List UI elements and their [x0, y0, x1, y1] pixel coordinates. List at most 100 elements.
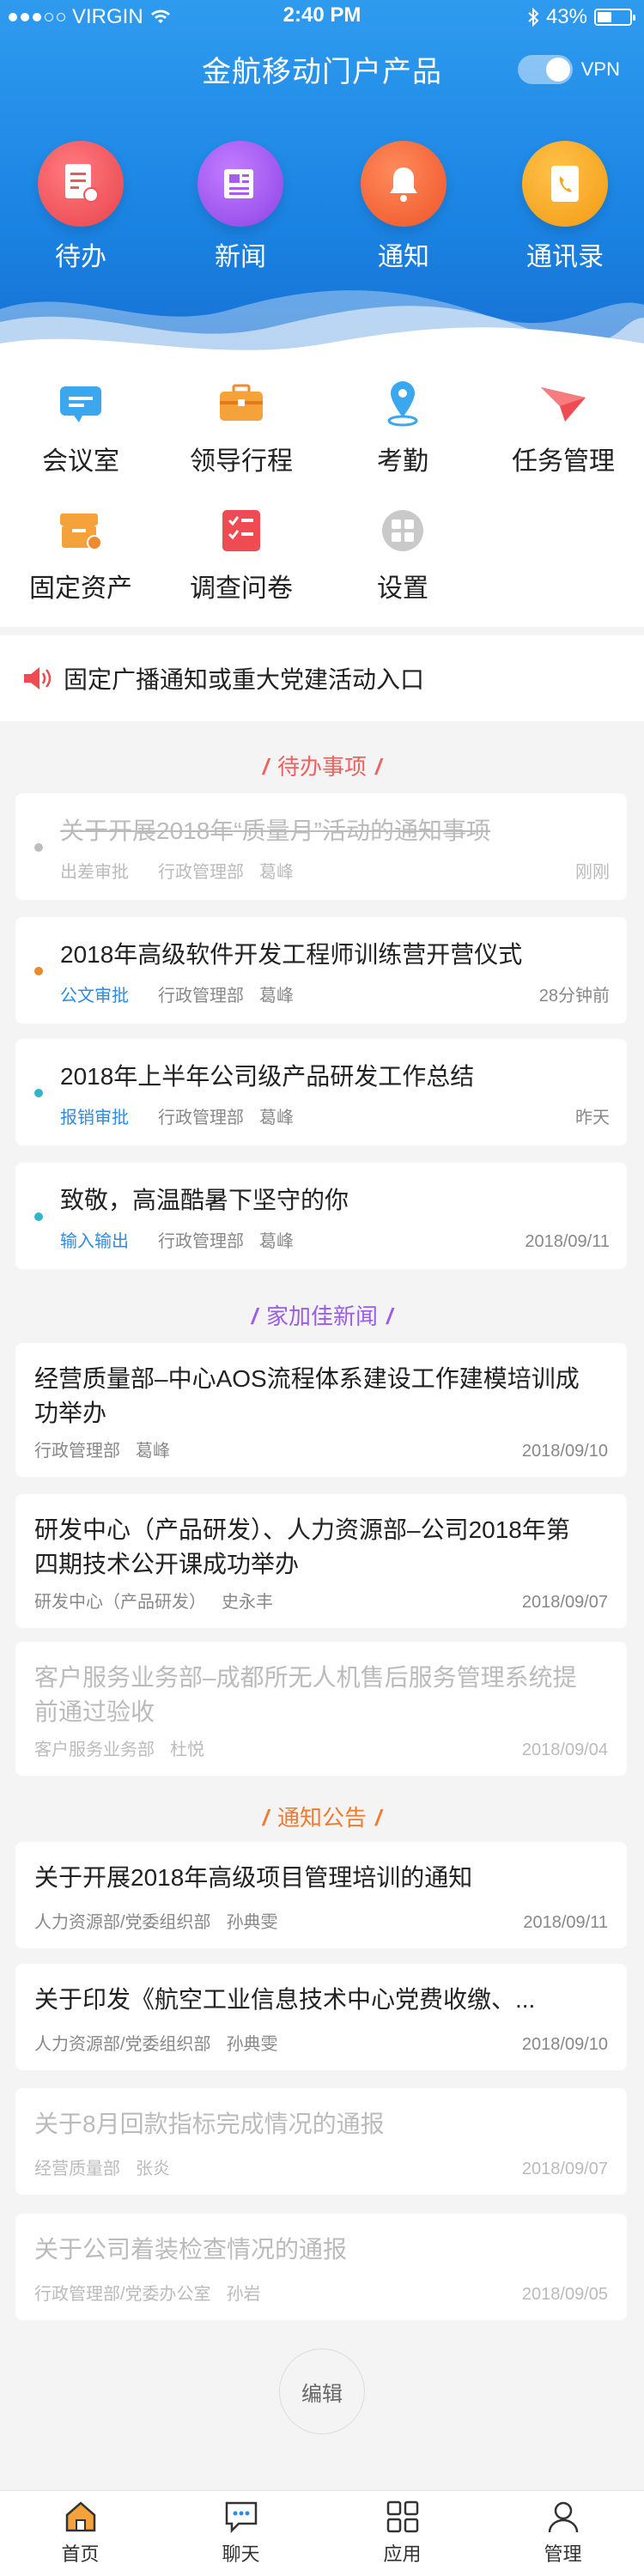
notice-meta: 行政管理部/党委办公室 孙岩 [34, 2285, 261, 2304]
notice-meta: 经营质量部 张炎 [34, 2160, 170, 2178]
tab-home[interactable]: 首页 [0, 2498, 161, 2567]
grid-item-label: 考勤 [377, 447, 428, 476]
vpn-toggle[interactable] [517, 55, 573, 84]
tab-manage[interactable]: 管理 [483, 2498, 643, 2567]
grid-item-leader-schedule[interactable]: 领导行程 [161, 378, 322, 477]
news-meta: 研发中心（产品研发） 史永丰 [34, 1593, 273, 1612]
news-time: 2018/09/10 [521, 1442, 608, 1461]
todo-person: 葛峰 [259, 863, 294, 882]
grid-item-task-management[interactable]: 任务管理 [483, 378, 644, 477]
grid-item-meeting-room[interactable]: 会议室 [0, 378, 161, 477]
top-nav-news[interactable]: 新闻 [180, 141, 301, 273]
grid-item-label: 会议室 [42, 447, 119, 476]
tab-chat[interactable]: 聊天 [161, 2498, 321, 2567]
notice-item[interactable]: 关于公司着装检查情况的通报 行政管理部/党委办公室 孙岩 2018/09/05 [15, 2214, 627, 2320]
todo-meta: 出差审批 行政管理部 葛峰 [60, 858, 294, 883]
section-title-news: / 家加佳新闻 / [251, 1303, 393, 1329]
todo-meta: 报销审批 行政管理部 葛峰 [60, 1103, 294, 1128]
todo-tag: 报销审批 [60, 1109, 129, 1127]
battery-icon [594, 9, 635, 26]
todo-item[interactable]: 致敬，高温酷暑下坚守的你 输入输出 行政管理部 葛峰 2018/09/11 [15, 1163, 627, 1269]
notice-meta: 人力资源部/党委组织部 孙典雯 [34, 1913, 278, 1932]
broadcast-banner[interactable]: 固定广播通知或重大党建活动入口 [0, 635, 644, 721]
battery-percent: 43% [545, 5, 587, 28]
notice-item[interactable]: 关于印发《航空工业信息技术中心党费收缴、... 人力资源部/党委组织部 孙典雯 2… [15, 1964, 627, 2070]
home-icon [62, 2498, 100, 2536]
grid-item-survey[interactable]: 调查问卷 [161, 505, 322, 605]
section-title-notice: / 通知公告 / [262, 1805, 382, 1831]
todo-tag: 公文审批 [60, 987, 129, 1005]
todo-doc-icon [38, 141, 124, 227]
grid-item-fixed-assets[interactable]: 固定资产 [0, 505, 161, 605]
top-nav-todo[interactable]: 待办 [21, 141, 141, 273]
notice-item[interactable]: 关于8月回款指标完成情况的通报 经营质量部 张炎 2018/09/07 [15, 2088, 627, 2195]
quick-app-grid: 会议室 领导行程 考勤 任务管理 固定资产 调查问卷 设置 [0, 361, 644, 627]
todo-time: 28分钟前 [538, 987, 610, 1005]
tab-label: 聊天 [222, 2543, 260, 2565]
broadcast-text: 固定广播通知或重大党建活动入口 [64, 666, 425, 693]
top-nav-contacts-label: 通讯录 [526, 243, 604, 271]
notice-time: 2018/09/11 [523, 1913, 608, 1932]
grid-item-settings[interactable]: 设置 [322, 505, 483, 605]
location-pin-icon [377, 378, 428, 429]
todo-tag: 输入输出 [60, 1232, 129, 1251]
notice-item[interactable]: 关于开展2018年高级项目管理培训的通知 人力资源部/党委组织部 孙典雯 2018… [15, 1842, 627, 1948]
notice-title: 关于8月回款指标完成情况的通报 [34, 2111, 385, 2137]
todo-time: 昨天 [575, 1109, 610, 1127]
news-title: 客户服务业务部–成都所无人机售后服务管理系统提前通过验收 [34, 1664, 577, 1725]
speaker-icon [24, 667, 52, 690]
todo-tag: 出差审批 [60, 863, 129, 882]
top-nav-contacts[interactable]: 通讯录 [505, 141, 625, 273]
news-item[interactable]: 研发中心（产品研发）、人力资源部–公司2018年第四期技术公开课成功举办 研发中… [15, 1494, 627, 1628]
notice-time: 2018/09/07 [521, 2160, 608, 2178]
tab-apps[interactable]: 应用 [322, 2498, 483, 2567]
top-nav-notice-label: 通知 [378, 243, 429, 271]
contacts-icon [522, 141, 608, 227]
grid-item-label: 调查问卷 [190, 574, 293, 603]
grid-item-attendance[interactable]: 考勤 [322, 378, 483, 477]
status-dot [34, 1212, 43, 1221]
asset-box-icon [55, 505, 106, 556]
todo-item[interactable]: 2018年高级软件开发工程师训练营开营仪式 公文审批 行政管理部 葛峰 28分钟前 [15, 917, 627, 1024]
status-dot [34, 967, 43, 975]
notice-title: 关于开展2018年高级项目管理培训的通知 [34, 1864, 473, 1891]
news-icon [197, 141, 283, 227]
todo-title: 关于开展2018年“质量月”活动的通知事项 [60, 817, 490, 844]
news-item[interactable]: 经营质量部–中心AOS流程体系建设工作建模培训成功举办 行政管理部 葛峰 2018… [15, 1343, 627, 1477]
tab-label: 应用 [383, 2543, 422, 2565]
section-title-todo: / 待办事项 / [262, 754, 382, 780]
bell-icon [361, 141, 447, 227]
vpn-control[interactable]: VPN [517, 55, 620, 84]
paper-plane-icon [538, 378, 589, 429]
grid-item-label: 固定资产 [29, 574, 132, 603]
news-meta: 行政管理部 葛峰 [34, 1442, 170, 1461]
todo-person: 葛峰 [259, 1109, 294, 1127]
todo-time: 2018/09/11 [525, 1232, 610, 1251]
todo-time: 刚刚 [575, 863, 610, 882]
news-meta: 客户服务业务部 杜悦 [34, 1741, 204, 1759]
todo-item[interactable]: 2018年上半年公司级产品研发工作总结 报销审批 行政管理部 葛峰 昨天 [15, 1039, 627, 1145]
news-time: 2018/09/04 [521, 1741, 608, 1759]
grid-item-label: 设置 [377, 574, 428, 603]
bluetooth-icon [528, 8, 539, 27]
notice-time: 2018/09/10 [521, 2035, 608, 2054]
top-nav-news-label: 新闻 [215, 243, 266, 271]
todo-title: 2018年上半年公司级产品研发工作总结 [60, 1063, 475, 1090]
survey-checklist-icon [216, 505, 267, 556]
todo-meta: 输入输出 行政管理部 葛峰 [60, 1227, 294, 1252]
edit-button[interactable]: 编辑 [279, 2348, 365, 2434]
todo-meta: 公文审批 行政管理部 葛峰 [60, 981, 294, 1006]
notice-time: 2018/09/05 [521, 2285, 608, 2304]
news-title: 经营质量部–中心AOS流程体系建设工作建模培训成功举办 [34, 1365, 580, 1426]
todo-item[interactable]: 关于开展2018年“质量月”活动的通知事项 出差审批 行政管理部 葛峰 刚刚 [15, 793, 627, 900]
todo-dept: 行政管理部 [158, 1232, 244, 1251]
tab-label: 首页 [61, 2543, 100, 2565]
news-item[interactable]: 客户服务业务部–成都所无人机售后服务管理系统提前通过验收 客户服务业务部 杜悦 2… [15, 1642, 627, 1776]
todo-person: 葛峰 [259, 1232, 294, 1251]
header-hero: VIRGIN 2:40 PM 43% 金航移动门户产品 VPN 待办 新闻 通知… [0, 0, 644, 361]
notice-title: 关于公司着装检查情况的通报 [34, 2236, 348, 2263]
user-icon [544, 2498, 582, 2536]
notice-meta: 人力资源部/党委组织部 孙典雯 [34, 2035, 278, 2054]
top-nav-notice[interactable]: 通知 [343, 141, 464, 273]
grid-item-label: 任务管理 [512, 447, 615, 476]
